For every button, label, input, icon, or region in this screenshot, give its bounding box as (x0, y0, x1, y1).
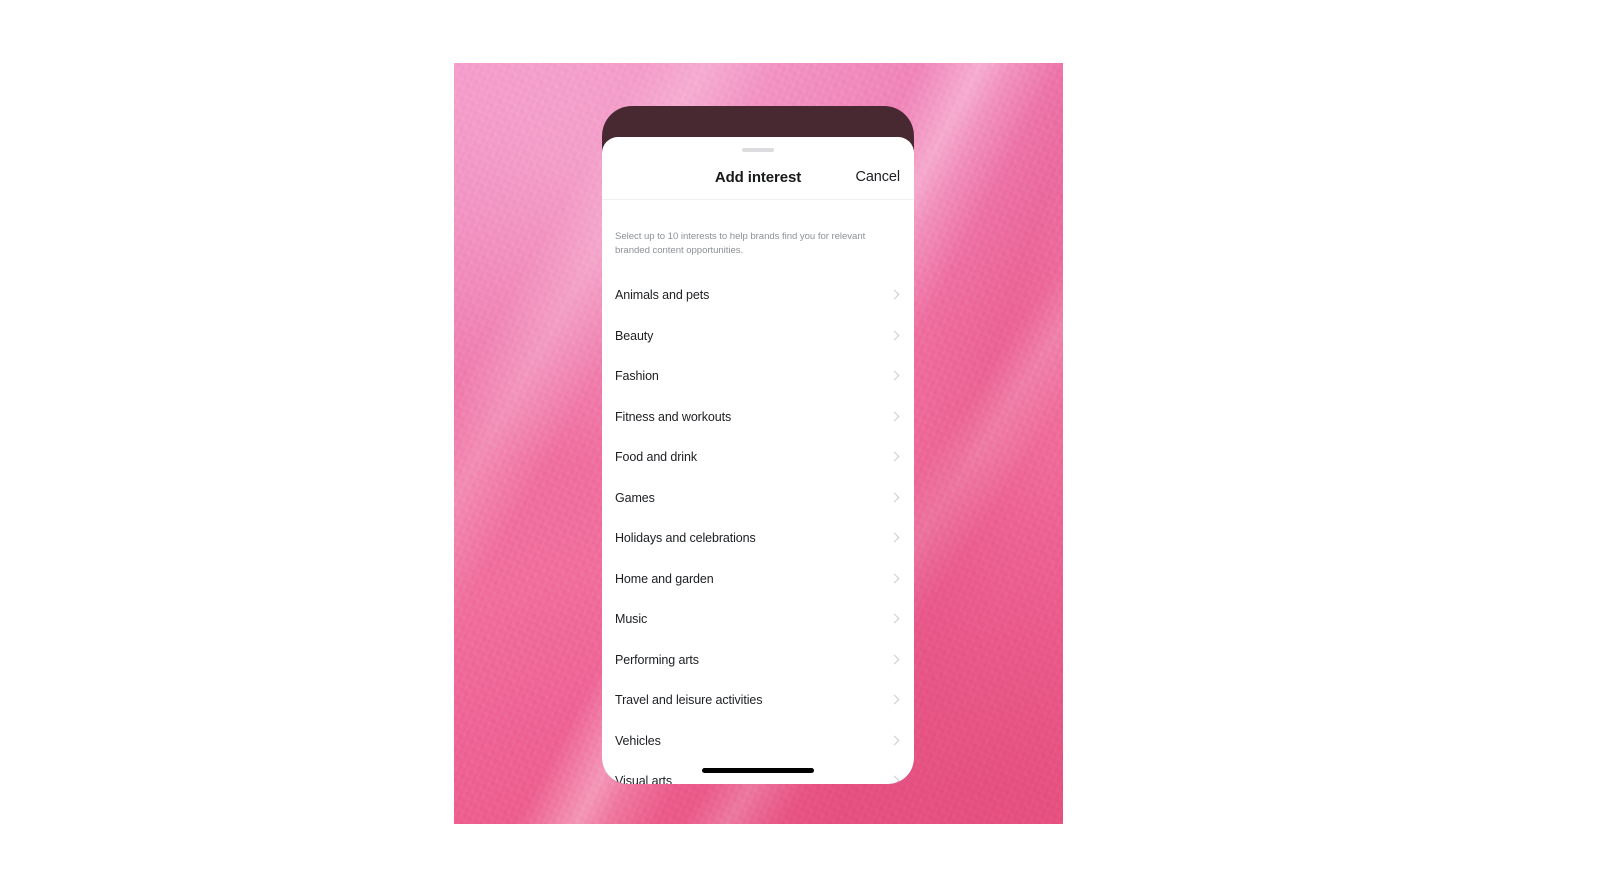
chevron-right-icon (890, 773, 900, 784)
chevron-right-icon (890, 287, 900, 303)
interest-label: Beauty (615, 328, 654, 343)
drag-handle[interactable] (742, 148, 774, 152)
list-item[interactable]: Food and drink (602, 437, 914, 478)
interest-label: Fashion (615, 369, 659, 384)
chevron-right-icon (890, 368, 900, 384)
chevron-right-icon (890, 530, 900, 546)
list-item[interactable]: Animals and pets (602, 275, 914, 316)
interest-label: Vehicles (615, 733, 661, 748)
list-item[interactable]: Travel and leisure activities (602, 680, 914, 721)
sheet-header: Add interest Cancel (602, 161, 914, 199)
interest-label: Games (615, 490, 655, 505)
chevron-right-icon (890, 490, 900, 506)
list-item[interactable]: Home and garden (602, 559, 914, 600)
interest-label: Home and garden (615, 571, 714, 586)
list-item[interactable]: Beauty (602, 316, 914, 357)
list-item[interactable]: Fashion (602, 356, 914, 397)
list-item[interactable]: Music (602, 599, 914, 640)
chevron-right-icon (890, 571, 900, 587)
interest-label: Holidays and celebrations (615, 531, 756, 546)
header-divider (602, 199, 914, 200)
add-interest-modal-sheet: Add interest Cancel Select up to 10 inte… (602, 137, 914, 784)
phone-mockup: Add interest Cancel Select up to 10 inte… (602, 106, 914, 784)
interest-list: Animals and pets Beauty Fashion Fitness and… (602, 275, 914, 784)
cancel-button[interactable]: Cancel (855, 169, 900, 185)
interest-label: Music (615, 612, 648, 627)
list-item[interactable]: Holidays and celebrations (602, 518, 914, 559)
interest-label: Performing arts (615, 652, 699, 667)
interest-label: Fitness and workouts (615, 409, 732, 424)
chevron-right-icon (890, 692, 900, 708)
interest-label: Animals and pets (615, 288, 710, 303)
list-item[interactable]: Performing arts (602, 640, 914, 681)
home-indicator (702, 768, 814, 773)
chevron-right-icon (890, 409, 900, 425)
interest-label: Visual arts (615, 774, 673, 784)
screenshot-root: Add interest Cancel Select up to 10 inte… (0, 0, 1600, 888)
list-item[interactable]: Fitness and workouts (602, 397, 914, 438)
chevron-right-icon (890, 652, 900, 668)
interest-label: Travel and leisure activities (615, 693, 763, 708)
chevron-right-icon (890, 733, 900, 749)
list-item[interactable]: Vehicles (602, 721, 914, 762)
chevron-right-icon (890, 449, 900, 465)
sheet-description: Select up to 10 interests to help brands… (615, 231, 866, 256)
chevron-right-icon (890, 611, 900, 627)
chevron-right-icon (890, 328, 900, 344)
interest-label: Food and drink (615, 450, 697, 465)
list-item[interactable]: Games (602, 478, 914, 519)
